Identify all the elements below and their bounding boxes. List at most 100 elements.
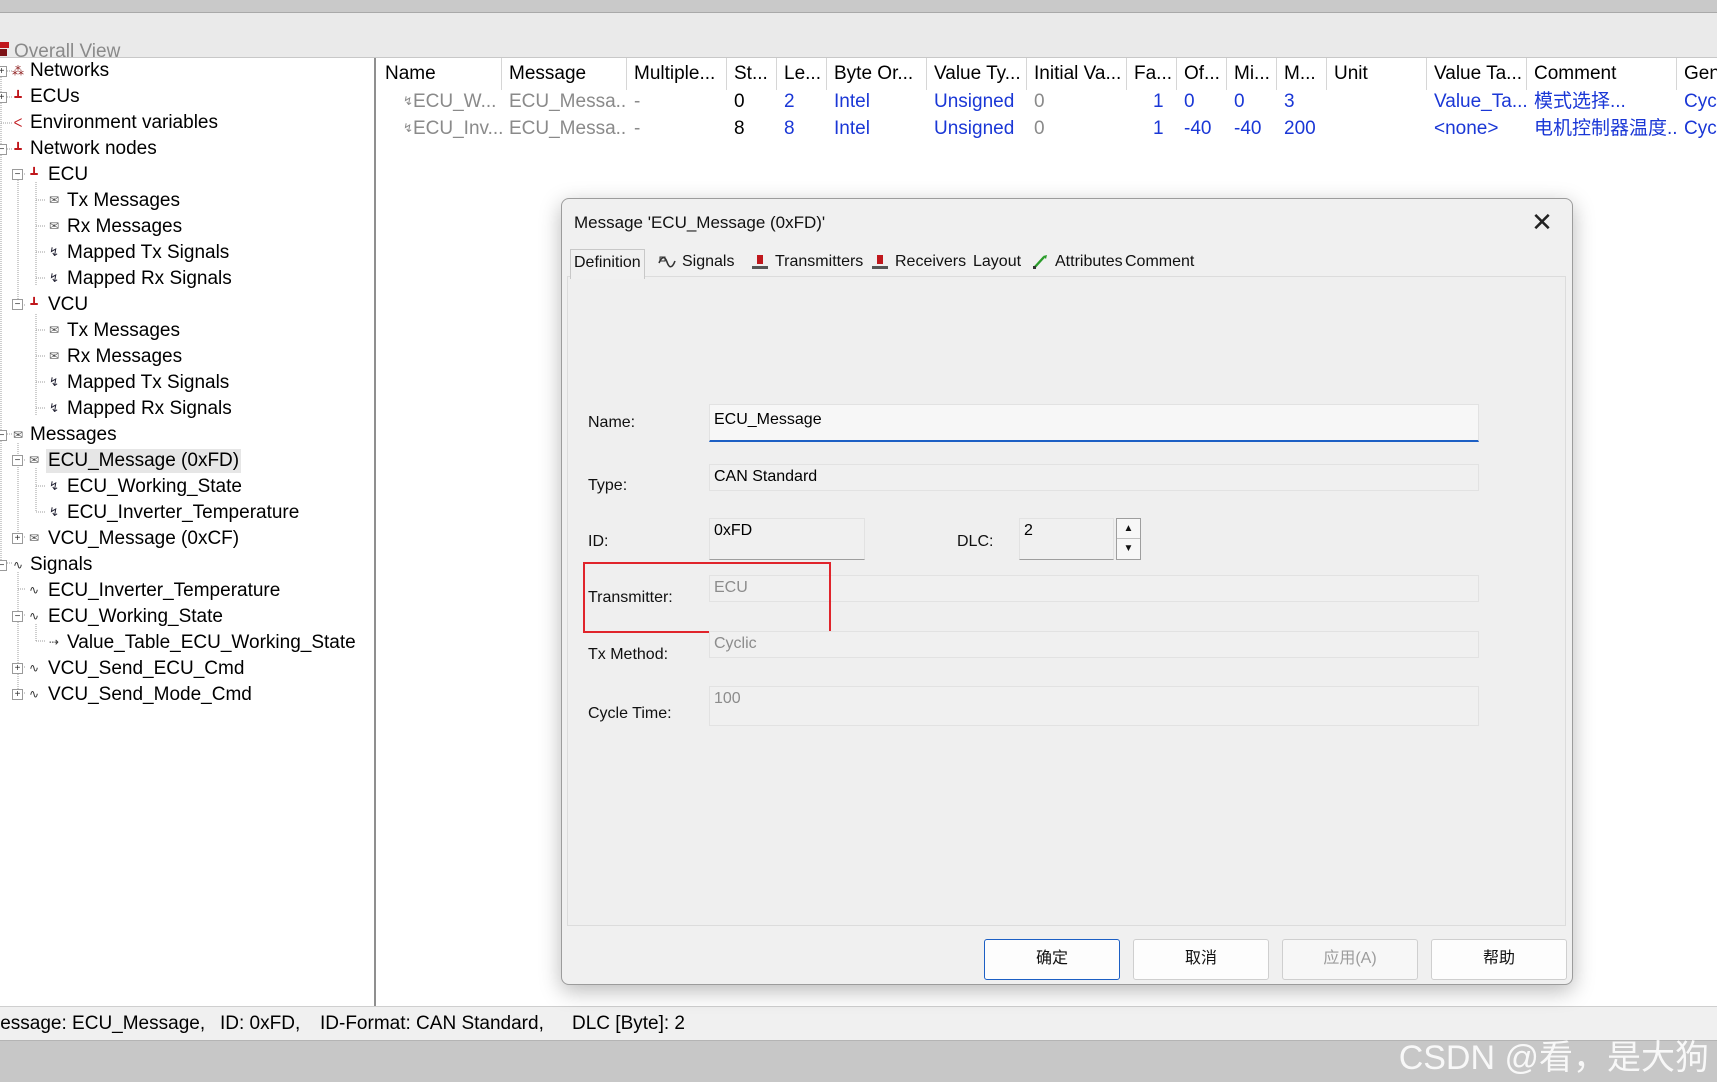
close-icon[interactable]: ✕ bbox=[1526, 207, 1558, 237]
column-header-startbit[interactable]: St... bbox=[727, 58, 777, 90]
cycle-time-field[interactable]: 100 bbox=[709, 686, 1479, 726]
tab-label: Receivers bbox=[895, 253, 967, 270]
column-header-offset[interactable]: Of... bbox=[1177, 58, 1227, 90]
tx-method-label: Tx Method: bbox=[588, 646, 669, 663]
tab-label: Definition bbox=[574, 254, 641, 271]
spin-down-icon[interactable]: ▼ bbox=[1117, 539, 1140, 559]
tree-item-label: Network nodes bbox=[30, 138, 157, 159]
tree-item-vcu-message[interactable]: + ✉ VCU_Message (0xCF) bbox=[0, 527, 241, 551]
column-header-value-type[interactable]: Value Ty... bbox=[927, 58, 1027, 90]
message-icon: ✉ bbox=[48, 193, 60, 207]
messages-icon: ✉ bbox=[12, 428, 24, 442]
status-dlc: DLC [Byte]: 2 bbox=[572, 1013, 685, 1034]
cell-startbit: 0 bbox=[734, 91, 745, 112]
column-header-message[interactable]: Message bbox=[502, 58, 627, 90]
tree-item-ecu-tx-messages[interactable]: ✉ Tx Messages bbox=[0, 189, 182, 213]
dlc-field[interactable]: 2 bbox=[1019, 518, 1114, 560]
cell-initial-value: 0 bbox=[1034, 91, 1045, 112]
tree-item-signal-working-state[interactable]: − ∿ ECU_Working_State bbox=[0, 605, 225, 629]
top-border bbox=[0, 0, 1717, 13]
app-window: Overall View ⁂ Networks ┻ ECUs ᐸ Environ… bbox=[0, 0, 1717, 1082]
mapped-signal-icon: ↯ bbox=[48, 271, 60, 285]
help-button[interactable]: 帮助 bbox=[1431, 939, 1567, 980]
ecu-icon: ┻ bbox=[14, 90, 22, 104]
tab-receivers[interactable]: Receivers bbox=[868, 249, 969, 277]
network-node-icon: ┻ bbox=[14, 142, 22, 156]
definition-panel: Name: ECU_Message Type: CAN Standard ID:… bbox=[567, 276, 1566, 926]
column-header-value-table[interactable]: Value Ta... bbox=[1427, 58, 1527, 90]
name-input[interactable]: ECU_Message bbox=[709, 404, 1479, 442]
column-header-gen[interactable]: Gen bbox=[1677, 58, 1717, 90]
column-header-unit[interactable]: Unit bbox=[1327, 58, 1427, 90]
tree-item-messages[interactable]: − ✉ Messages bbox=[0, 423, 119, 447]
apply-button[interactable]: 应用(A) bbox=[1282, 939, 1418, 980]
cell-offset: 0 bbox=[1184, 91, 1195, 112]
column-header-initial-value[interactable]: Initial Va... bbox=[1027, 58, 1127, 90]
overall-view-icon bbox=[0, 42, 9, 56]
tab-signals[interactable]: Signals bbox=[655, 249, 737, 277]
column-header-factor[interactable]: Fa... bbox=[1127, 58, 1177, 90]
tab-attributes[interactable]: Attributes bbox=[1028, 249, 1126, 277]
tree-item-label: ECU_Working_State bbox=[67, 476, 242, 497]
tree-item-ecu-inverter-temp-signal[interactable]: ↯ ECU_Inverter_Temperature bbox=[0, 501, 301, 525]
tab-layout[interactable]: Layout bbox=[970, 249, 1024, 277]
tree-item-signal-vcu-send-ecu-cmd[interactable]: + ∿ VCU_Send_ECU_Cmd bbox=[0, 657, 246, 681]
tree-item-ecu-node[interactable]: − ┻ ECU bbox=[0, 163, 90, 187]
tx-method-field[interactable]: Cyclic bbox=[709, 631, 1479, 658]
cell-value-type: Unsigned bbox=[934, 91, 1015, 112]
tab-definition[interactable]: Definition bbox=[570, 249, 645, 279]
tree-item-label: ECU_Working_State bbox=[48, 606, 223, 627]
tree-item-signal-inverter-temp[interactable]: ∿ ECU_Inverter_Temperature bbox=[0, 579, 282, 603]
tab-transmitters[interactable]: Transmitters bbox=[748, 249, 866, 277]
tree-item-environment-variables[interactable]: ᐸ Environment variables bbox=[0, 111, 220, 135]
dlc-spinner[interactable]: ▲ ▼ bbox=[1116, 518, 1141, 560]
message-icon: ✉ bbox=[48, 323, 60, 337]
column-header-length[interactable]: Le... bbox=[777, 58, 827, 90]
tree-item-vcu-tx-messages[interactable]: ✉ Tx Messages bbox=[0, 319, 182, 343]
tree-item-signals[interactable]: − ∿ Signals bbox=[0, 553, 94, 577]
column-header-byte-order[interactable]: Byte Or... bbox=[827, 58, 927, 90]
column-header-minimum[interactable]: Mi... bbox=[1227, 58, 1277, 90]
tree-item-label: ECU_Inverter_Temperature bbox=[48, 580, 281, 601]
tab-comment[interactable]: Comment bbox=[1122, 249, 1197, 277]
transmitter-tab-icon bbox=[752, 254, 768, 269]
cycle-time-label: Cycle Time: bbox=[588, 705, 672, 722]
ok-button[interactable]: 确定 bbox=[984, 939, 1120, 980]
tree-item-vcu-rx-messages[interactable]: ✉ Rx Messages bbox=[0, 345, 184, 369]
tree-item-ecu-rx-messages[interactable]: ✉ Rx Messages bbox=[0, 215, 184, 239]
column-header-comment[interactable]: Comment bbox=[1527, 58, 1677, 90]
column-header-name[interactable]: Name bbox=[378, 58, 502, 90]
tree-item-label: VCU_Send_ECU_Cmd bbox=[48, 658, 245, 679]
cell-comment: 电机控制器温度... bbox=[1534, 118, 1677, 139]
tree-item-vcu-mapped-tx-signals[interactable]: ↯ Mapped Tx Signals bbox=[0, 371, 231, 395]
tree-item-vcu-mapped-rx-signals[interactable]: ↯ Mapped Rx Signals bbox=[0, 397, 234, 421]
status-message: lessage: ECU_Message, bbox=[0, 1013, 206, 1034]
env-variable-icon: ᐸ bbox=[13, 116, 23, 130]
id-field[interactable]: 0xFD bbox=[709, 518, 865, 560]
tree-item-label: VCU bbox=[48, 294, 89, 315]
tree-item-vcu-node[interactable]: − ┻ VCU bbox=[0, 293, 90, 317]
tree-item-ecu-message[interactable]: − ✉ ECU_Message (0xFD) bbox=[0, 449, 242, 473]
cell-multiplexer: - bbox=[634, 118, 641, 139]
column-header-multiplexer[interactable]: Multiple... bbox=[627, 58, 727, 90]
tab-label: Layout bbox=[973, 253, 1022, 270]
tree-item-value-table[interactable]: ⇢ Value_Table_ECU_Working_State bbox=[0, 631, 358, 655]
attributes-tab-icon bbox=[1033, 254, 1047, 269]
tree-item-network-nodes[interactable]: − ┻ Network nodes bbox=[0, 137, 159, 161]
tree-panel[interactable]: + ⁂ Networks + ┻ ECUs ᐸ Environment vari… bbox=[0, 58, 376, 1006]
tree-item-ecu-mapped-tx-signals[interactable]: ↯ Mapped Tx Signals bbox=[0, 241, 231, 265]
tree-item-ecu-mapped-rx-signals[interactable]: ↯ Mapped Rx Signals bbox=[0, 267, 234, 291]
message-dialog[interactable]: Message 'ECU_Message (0xFD)' ✕ Definitio… bbox=[561, 198, 1573, 985]
cancel-button[interactable]: 取消 bbox=[1133, 939, 1269, 980]
signal-icon: ↯ bbox=[48, 505, 60, 519]
tree-item-signal-vcu-send-mode-cmd[interactable]: + ∿ VCU_Send_Mode_Cmd bbox=[0, 683, 254, 707]
tree-item-ecus[interactable]: + ┻ ECUs bbox=[0, 85, 82, 109]
type-field[interactable]: CAN Standard bbox=[709, 464, 1479, 491]
column-header-maximum[interactable]: M... bbox=[1277, 58, 1327, 90]
tree-item-networks[interactable]: + ⁂ Networks bbox=[0, 59, 111, 83]
cell-maximum: 200 bbox=[1284, 118, 1316, 139]
tree-item-ecu-working-state-signal[interactable]: ↯ ECU_Working_State bbox=[0, 475, 244, 499]
cell-gen: Cyc bbox=[1684, 91, 1717, 112]
name-label: Name: bbox=[588, 414, 636, 431]
spin-up-icon[interactable]: ▲ bbox=[1117, 519, 1140, 539]
